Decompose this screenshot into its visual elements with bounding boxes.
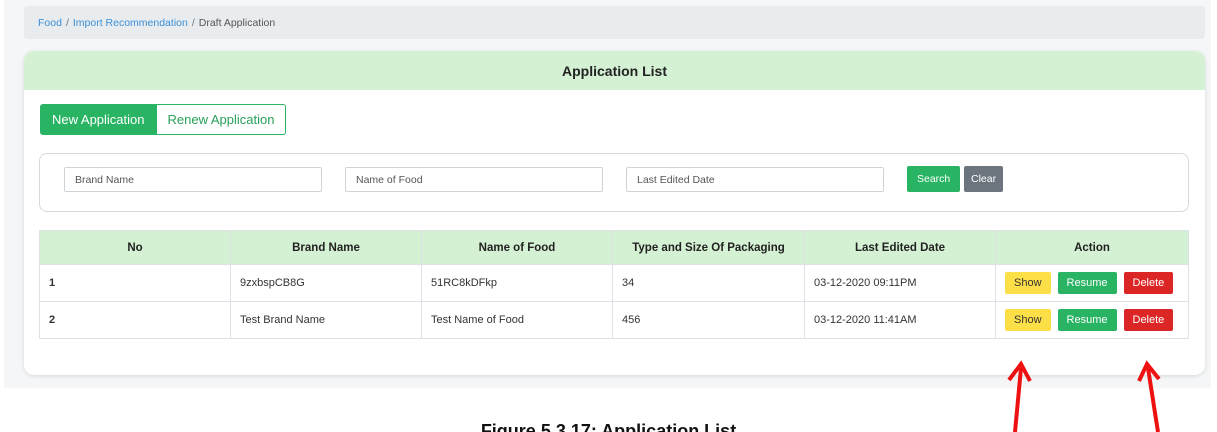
delete-button[interactable]: Delete <box>1123 272 1174 294</box>
column-header-brand-name: Brand Name <box>230 230 422 265</box>
last-edited-date-input[interactable]: Last Edited Date <box>626 167 884 192</box>
application-list-card: Application List New Application Renew A… <box>24 51 1205 375</box>
delete-button[interactable]: Delete <box>1123 309 1174 331</box>
cell-last-edited-date: 03-12-2020 11:41AM <box>804 301 996 339</box>
resume-button[interactable]: Resume <box>1057 272 1117 294</box>
cell-no: 2 <box>39 301 231 339</box>
card-title: Application List <box>24 51 1205 90</box>
column-header-packaging: Type and Size Of Packaging <box>612 230 805 265</box>
clear-button[interactable]: Clear <box>964 166 1004 192</box>
table-row: 2 Test Brand Name Test Name of Food 456 … <box>39 301 1189 339</box>
table-header-row: No Brand Name Name of Food Type and Size… <box>39 230 1189 265</box>
search-panel: Brand Name Name of Food Last Edited Date… <box>39 153 1189 212</box>
cell-name-of-food: Test Name of Food <box>421 301 613 339</box>
application-tabs: New Application Renew Application <box>40 104 287 135</box>
show-button[interactable]: Show <box>1005 309 1051 331</box>
column-header-name-of-food: Name of Food <box>421 230 613 265</box>
cell-actions: Show Resume Delete <box>995 301 1189 339</box>
food-name-input[interactable]: Name of Food <box>345 167 603 192</box>
figure-caption: Figure 5.3.17: Application List <box>480 421 737 432</box>
breadcrumb-link-food[interactable]: Food <box>38 17 62 29</box>
cell-no: 1 <box>39 264 231 302</box>
column-header-last-edited-date: Last Edited Date <box>804 230 996 265</box>
page-frame: Food / Import Recommendation / Draft App… <box>4 0 1211 388</box>
cell-brand-name: Test Brand Name <box>230 301 422 339</box>
cell-packaging: 456 <box>612 301 805 339</box>
cell-last-edited-date: 03-12-2020 09:11PM <box>804 264 996 302</box>
cell-brand-name: 9zxbspCB8G <box>230 264 422 302</box>
tab-renew-application[interactable]: Renew Application <box>156 104 287 135</box>
breadcrumb-current: Draft Application <box>198 16 276 29</box>
cell-name-of-food: 51RC8kDFkp <box>421 264 613 302</box>
breadcrumb-link-import-recommendation[interactable]: Import Recommendation <box>73 17 188 29</box>
tab-new-application[interactable]: New Application <box>40 104 157 135</box>
search-button[interactable]: Search <box>907 166 961 192</box>
breadcrumb-separator: / <box>191 16 195 29</box>
breadcrumb-separator: / <box>65 16 69 29</box>
application-table: No Brand Name Name of Food Type and Size… <box>39 230 1189 339</box>
breadcrumb: Food / Import Recommendation / Draft App… <box>24 6 1205 39</box>
cell-actions: Show Resume Delete <box>995 264 1189 302</box>
column-header-no: No <box>39 230 231 265</box>
cell-packaging: 34 <box>612 264 805 302</box>
table-row: 1 9zxbspCB8G 51RC8kDFkp 34 03-12-2020 09… <box>39 264 1189 302</box>
resume-button[interactable]: Resume <box>1057 309 1117 331</box>
show-button[interactable]: Show <box>1005 272 1051 294</box>
brand-name-input[interactable]: Brand Name <box>64 167 322 192</box>
column-header-action: Action <box>995 230 1189 265</box>
